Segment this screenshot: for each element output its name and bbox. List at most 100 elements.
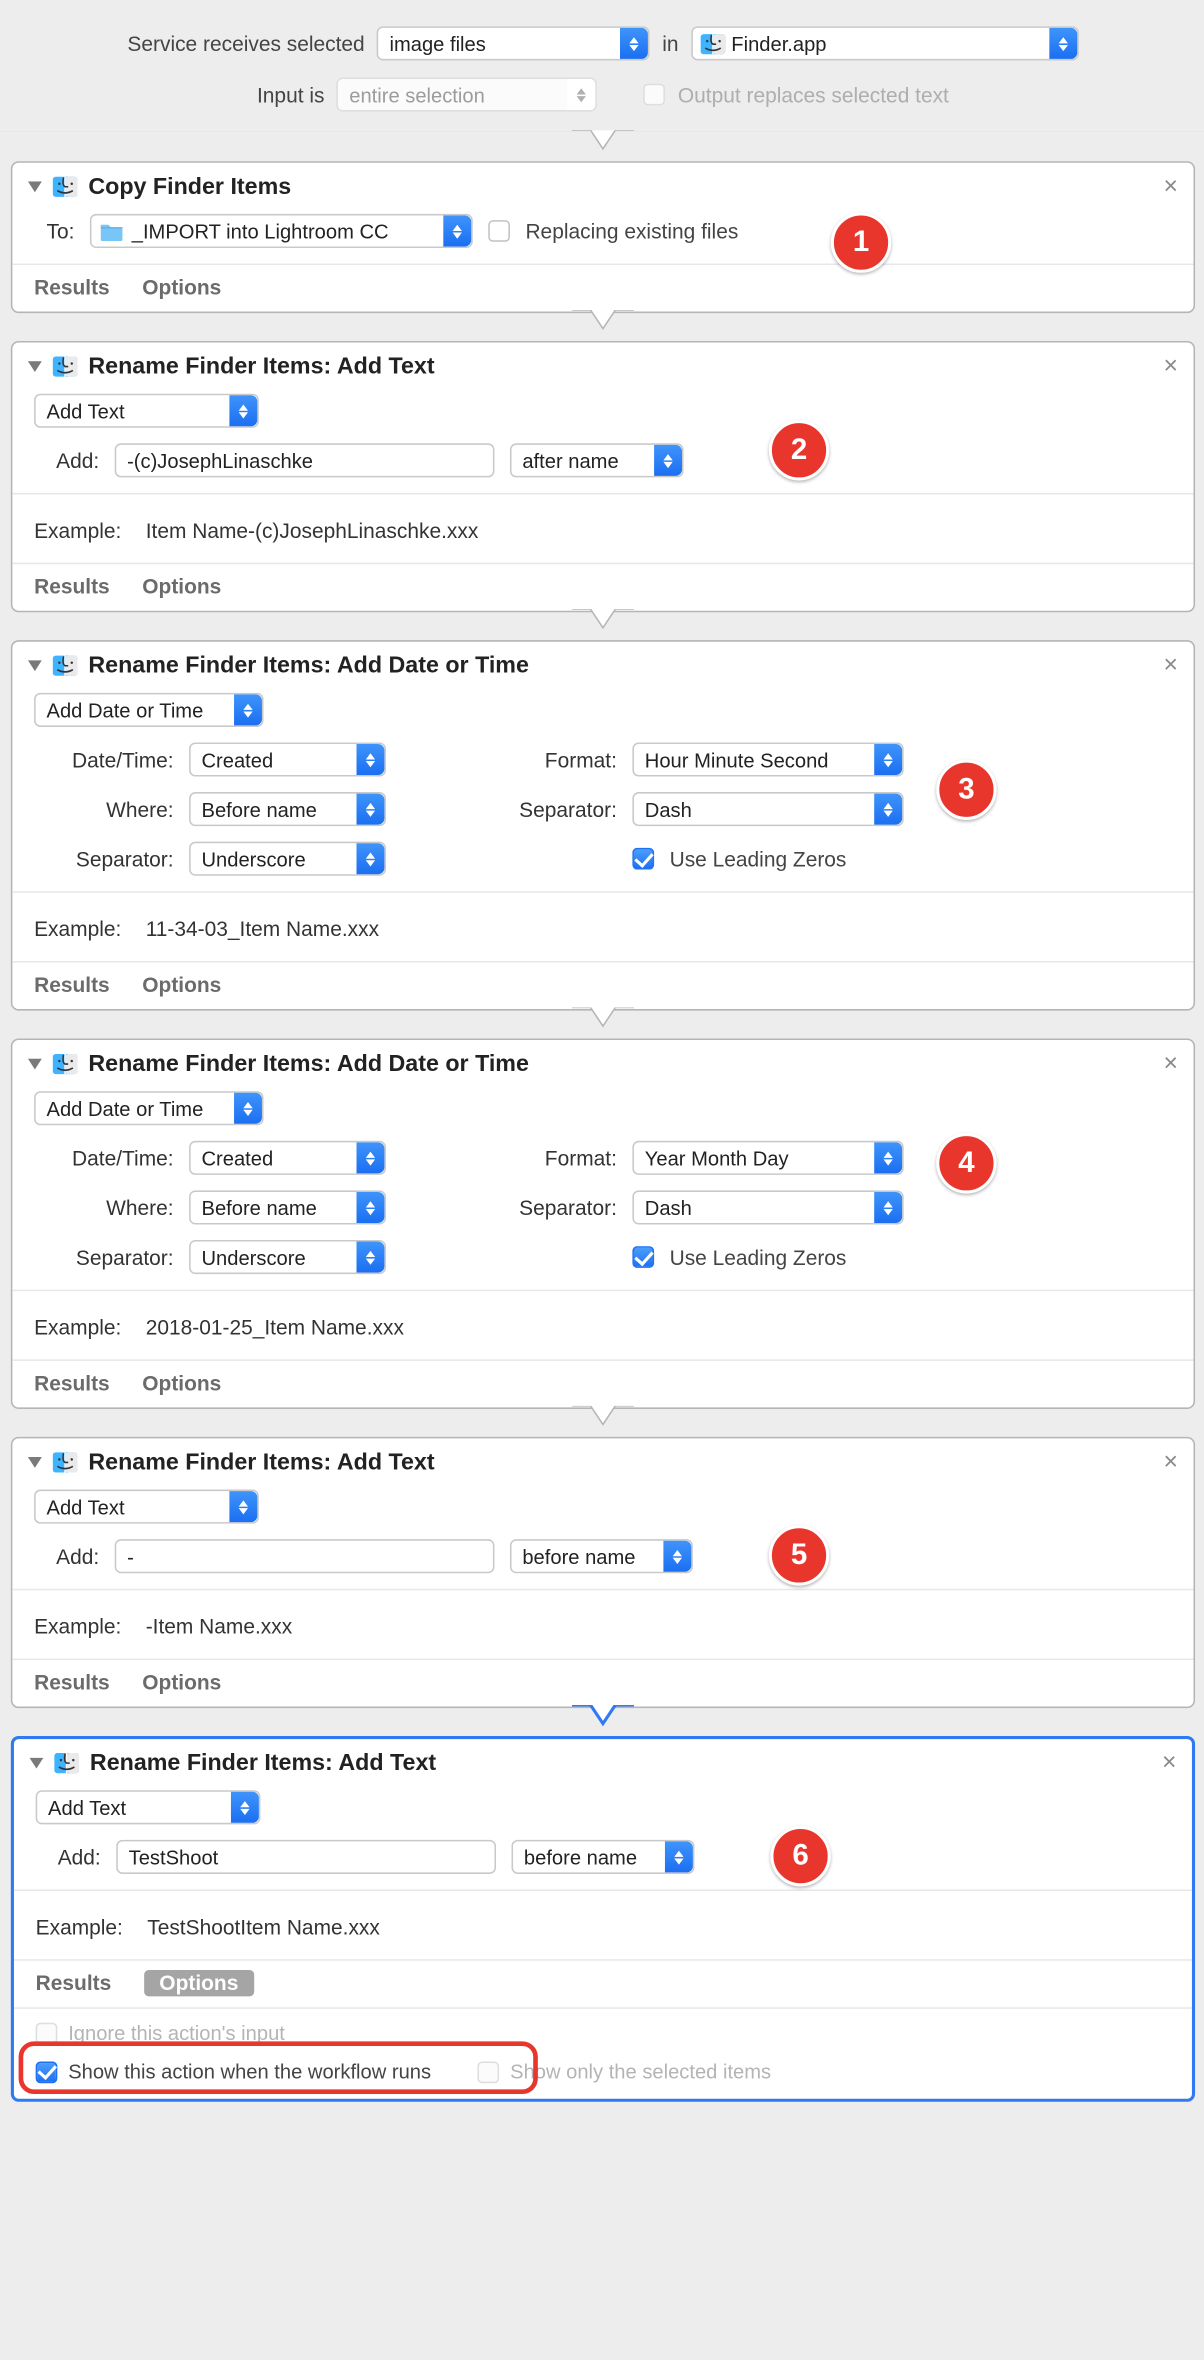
separator2-popup[interactable]: Dash <box>632 792 903 826</box>
disclosure-triangle-icon[interactable] <box>29 1758 43 1769</box>
action-rename-add-text-3[interactable]: Rename Finder Items: Add Text × Add Text… <box>11 1736 1195 2102</box>
finder-icon <box>53 653 78 679</box>
close-icon[interactable]: × <box>1164 1449 1178 1477</box>
datetime-popup[interactable]: Created <box>189 1141 386 1175</box>
separator1-popup[interactable]: Underscore <box>189 1240 386 1274</box>
format-popup[interactable]: Year Month Day <box>632 1141 903 1175</box>
example-row: Example:-Item Name.xxx <box>34 1615 292 1638</box>
position-popup[interactable]: before name <box>511 1840 694 1874</box>
rename-op-popup[interactable]: Add Text <box>34 394 259 428</box>
example-row: Example:TestShootItem Name.xxx <box>36 1916 380 1939</box>
add-text-input[interactable] <box>115 1539 495 1573</box>
leading-zeros-checkbox[interactable] <box>632 1246 654 1268</box>
add-text-input[interactable] <box>115 443 495 477</box>
input-type-popup[interactable]: image files <box>377 26 650 60</box>
action-footer: Results Options <box>12 564 1193 610</box>
rename-op-popup[interactable]: Add Text <box>34 1490 259 1524</box>
results-tab[interactable]: Results <box>34 1370 110 1396</box>
replace-files-label: Replacing existing files <box>525 219 738 242</box>
action-footer: Results Options <box>12 1361 1193 1408</box>
rename-op-popup[interactable]: Add Text <box>36 1790 261 1824</box>
results-tab[interactable]: Results <box>34 574 110 600</box>
disclosure-triangle-icon[interactable] <box>28 1457 42 1468</box>
action-rename-add-datetime-2[interactable]: Rename Finder Items: Add Date or Time × … <box>11 1039 1195 1409</box>
close-icon[interactable]: × <box>1164 174 1178 202</box>
disclosure-triangle-icon[interactable] <box>28 181 42 192</box>
example-row: Example:Item Name-(c)JosephLinaschke.xxx <box>34 519 478 542</box>
separator1-popup[interactable]: Underscore <box>189 842 386 876</box>
rename-op-popup[interactable]: Add Date or Time <box>34 1091 263 1125</box>
output-replaces-checkbox <box>644 84 666 106</box>
annotation-badge-4: 4 <box>936 1133 996 1193</box>
connector <box>6 611 1200 642</box>
options-tab[interactable]: Options <box>142 574 221 600</box>
results-tab[interactable]: Results <box>36 1970 112 1996</box>
action-title: Rename Finder Items: Add Text <box>88 353 434 379</box>
action-rename-add-text-1[interactable]: Rename Finder Items: Add Text × Add Text… <box>11 341 1195 612</box>
results-tab[interactable]: Results <box>34 1669 110 1695</box>
datetime-popup[interactable]: Created <box>189 742 386 776</box>
action-footer: Results Options <box>12 265 1193 312</box>
connector <box>6 1009 1200 1040</box>
close-icon[interactable]: × <box>1162 1750 1176 1778</box>
input-scope-popup: entire selection <box>337 78 597 112</box>
finder-icon <box>53 174 78 200</box>
options-tab[interactable]: Options <box>144 1970 254 1996</box>
app-popup[interactable]: Finder.app <box>691 26 1079 60</box>
service-receives-label: Service receives selected <box>127 32 364 55</box>
finder-icon <box>53 353 78 379</box>
position-popup[interactable]: after name <box>510 443 684 477</box>
annotation-badge-1: 1 <box>831 212 891 272</box>
close-icon[interactable]: × <box>1164 1051 1178 1079</box>
ignore-input-checkbox <box>36 2022 58 2044</box>
action-title: Copy Finder Items <box>88 174 291 200</box>
options-tab[interactable]: Options <box>142 972 221 998</box>
connector <box>6 1407 1200 1438</box>
disclosure-triangle-icon[interactable] <box>28 660 42 671</box>
replace-files-checkbox[interactable] <box>488 220 510 242</box>
where-popup[interactable]: Before name <box>189 792 386 826</box>
show-when-runs-checkbox[interactable] <box>36 2061 58 2083</box>
in-label: in <box>662 32 678 55</box>
action-title: Rename Finder Items: Add Text <box>90 1750 436 1776</box>
annotation-badge-6: 6 <box>770 1826 830 1886</box>
show-only-selected-checkbox <box>478 2061 500 2083</box>
options-tab[interactable]: Options <box>142 274 221 300</box>
close-icon[interactable]: × <box>1164 353 1178 381</box>
finder-icon <box>700 31 725 57</box>
results-tab[interactable]: Results <box>34 274 110 300</box>
add-text-input[interactable] <box>116 1840 496 1874</box>
disclosure-triangle-icon[interactable] <box>28 1059 42 1070</box>
action-title: Rename Finder Items: Add Text <box>88 1449 434 1475</box>
folder-icon <box>99 219 124 244</box>
connector <box>6 132 1200 163</box>
connector <box>6 312 1200 343</box>
example-row: Example:2018-01-25_Item Name.xxx <box>34 1316 404 1339</box>
action-copy-finder-items[interactable]: Copy Finder Items × To: _IMPORT into Lig… <box>11 161 1195 313</box>
options-tab[interactable]: Options <box>142 1370 221 1396</box>
action-footer: Results Options <box>12 963 1193 1010</box>
leading-zeros-checkbox[interactable] <box>632 848 654 870</box>
input-is-label: Input is <box>257 83 324 106</box>
action-rename-add-datetime-1[interactable]: Rename Finder Items: Add Date or Time × … <box>11 640 1195 1010</box>
options-tab[interactable]: Options <box>142 1669 221 1695</box>
results-tab[interactable]: Results <box>34 972 110 998</box>
action-footer: Results Options <box>14 1961 1192 2007</box>
destination-folder-popup[interactable]: _IMPORT into Lightroom CC <box>90 214 473 248</box>
annotation-badge-5: 5 <box>769 1525 829 1585</box>
annotation-badge-2: 2 <box>769 420 829 480</box>
output-replaces-label: Output replaces selected text <box>678 83 949 106</box>
to-label: To: <box>34 219 74 242</box>
position-popup[interactable]: before name <box>510 1539 693 1573</box>
separator2-popup[interactable]: Dash <box>632 1190 903 1224</box>
finder-icon <box>54 1750 79 1776</box>
format-popup[interactable]: Hour Minute Second <box>632 742 903 776</box>
annotation-badge-3: 3 <box>936 760 996 820</box>
rename-op-popup[interactable]: Add Date or Time <box>34 693 263 727</box>
disclosure-triangle-icon[interactable] <box>28 361 42 372</box>
close-icon[interactable]: × <box>1164 653 1178 681</box>
action-rename-add-text-2[interactable]: Rename Finder Items: Add Text × Add Text… <box>11 1437 1195 1708</box>
add-label: Add: <box>34 449 99 472</box>
where-popup[interactable]: Before name <box>189 1190 386 1224</box>
example-row: Example:11-34-03_Item Name.xxx <box>34 918 379 941</box>
